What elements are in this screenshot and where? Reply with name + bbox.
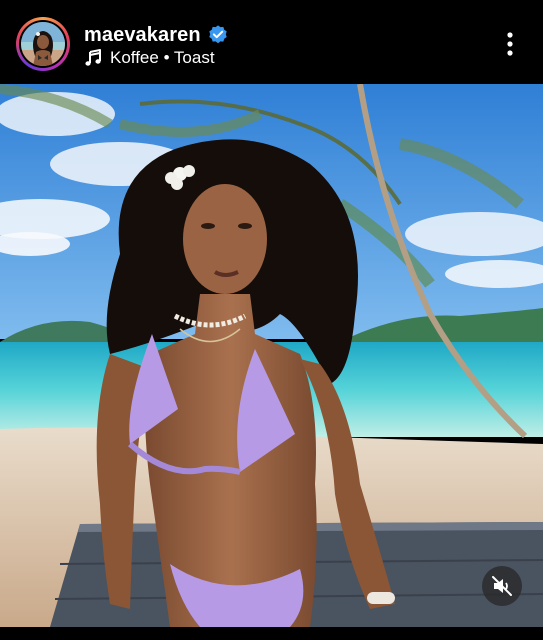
more-vertical-icon (507, 32, 513, 56)
post-photo[interactable] (0, 84, 543, 627)
story-ring[interactable] (16, 17, 70, 71)
audio-link[interactable]: Koffee • Toast (84, 47, 215, 69)
audio-text: Koffee • Toast (110, 48, 215, 67)
more-options-button[interactable] (496, 26, 524, 62)
avatar[interactable] (21, 22, 65, 66)
username[interactable]: maevakaren (84, 24, 201, 47)
avatar-image (21, 22, 65, 66)
post-footer-strip (0, 627, 543, 640)
music-note-icon (84, 49, 102, 67)
verified-badge-icon (207, 24, 229, 46)
post-header: maevakaren Koffee • Toast (0, 0, 543, 84)
mute-toggle-button[interactable] (482, 566, 522, 606)
beach-photo-image (0, 84, 543, 627)
speaker-muted-icon (492, 576, 512, 596)
